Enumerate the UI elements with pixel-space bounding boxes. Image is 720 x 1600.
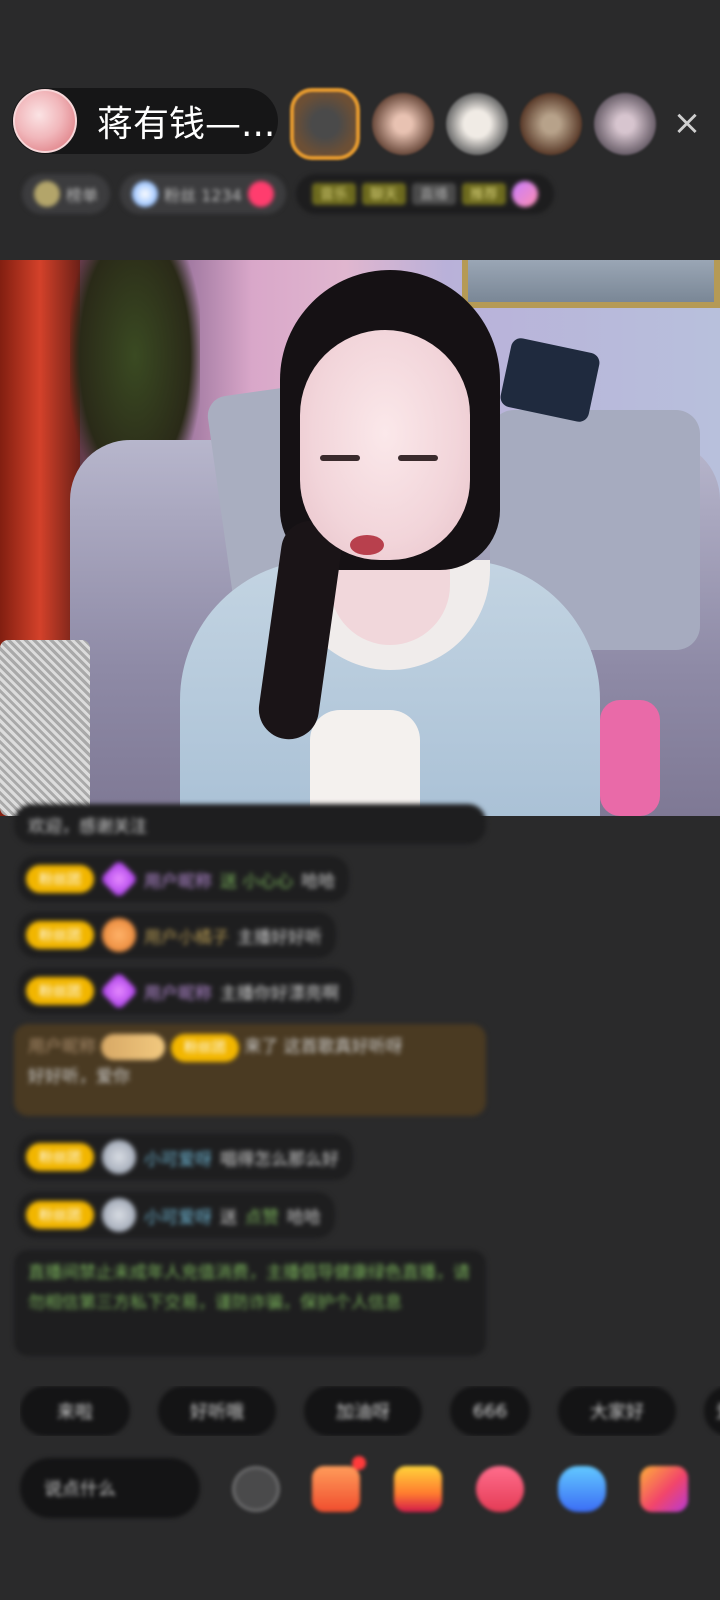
fan-badge: 粉丝团 (26, 921, 94, 949)
chat-text: 唱得怎么那么好 (220, 1149, 339, 1170)
bottom-bar: 说点什么 (20, 1456, 720, 1518)
quick-reply-button[interactable]: 加油呀 (304, 1386, 422, 1436)
chat-username[interactable]: 用户昵称 (28, 1037, 96, 1057)
chat-text: 哈哈 (287, 1207, 321, 1228)
host-name[interactable]: 蒋有钱—... (97, 95, 275, 147)
chat-text: 主播你好漂亮啊 (220, 983, 339, 1004)
chat-text: 主播好好听 (237, 927, 322, 948)
chat-username[interactable]: 用户昵称 (144, 867, 212, 892)
chat-message[interactable]: 粉丝团 用户昵称 主播你好漂亮啊 (18, 968, 353, 1014)
quick-reply-button[interactable]: 来啦 (20, 1386, 130, 1436)
badge-icon (511, 181, 538, 207)
quick-reply-button[interactable]: 爱了 (704, 1386, 720, 1436)
streamer-eye (398, 455, 438, 461)
chat-text: 哈哈 (301, 871, 336, 892)
streamer-eye (320, 455, 360, 461)
fan-badge: 粉丝团 (170, 1034, 239, 1062)
chat-message[interactable]: 粉丝团 小可爱呀 唱得怎么那么好 (18, 1134, 353, 1180)
host-avatar[interactable] (13, 89, 77, 153)
fans-icon (132, 181, 159, 207)
viewer-avatar[interactable] (520, 93, 582, 155)
chat-text: 欢迎，感谢关注 (28, 816, 147, 837)
heart-gift-icon[interactable] (476, 1466, 524, 1512)
rank-label: 榜单 (66, 186, 99, 205)
chat-message[interactable]: 欢迎，感谢关注 (14, 804, 486, 844)
chat-text: 这首歌真好听呀 (283, 1037, 403, 1057)
category-chip: 音乐 (311, 183, 356, 205)
rank-tag[interactable]: 榜单 (22, 174, 111, 214)
chat-username[interactable]: 小可爱呀 (144, 1203, 212, 1228)
chat-gift-text: 送 小心心 (220, 871, 294, 892)
chat-gift-text: 送 (220, 1207, 237, 1228)
emoji-icon[interactable] (232, 1466, 280, 1512)
viewer-avatar[interactable] (594, 93, 656, 155)
gift-icon[interactable] (394, 1466, 442, 1512)
gift-box-icon[interactable] (312, 1456, 366, 1512)
level-icon (99, 859, 139, 899)
system-notice: 直播间禁止未成年人充值消费，主播倡导健康绿色直播，请勿相信第三方私下交易，谨防诈… (14, 1250, 486, 1356)
viewer-avatar[interactable] (446, 93, 508, 155)
quick-reply-button[interactable]: 好听哦 (158, 1386, 276, 1436)
fan-badge: 粉丝团 (26, 1201, 94, 1229)
video-fan (0, 640, 90, 816)
category-chip: 直播 (411, 183, 456, 205)
level-icon (102, 918, 136, 952)
fans-tag[interactable]: 粉丝 1234 (120, 174, 286, 214)
more-apps-icon[interactable] (640, 1466, 688, 1512)
video-picture-frame (462, 260, 720, 308)
level-icon (102, 1140, 136, 1174)
fan-badge: 粉丝团 (26, 1143, 94, 1171)
quick-reply-button[interactable]: 大家好 (558, 1386, 676, 1436)
chat-text: 来了 (244, 1037, 279, 1057)
close-icon[interactable]: × (668, 103, 706, 143)
fan-badge: 粉丝团 (26, 865, 94, 893)
category-tags[interactable]: 音乐 聊天 直播 推荐 (295, 174, 554, 214)
chat-username[interactable]: 用户小橘子 (144, 923, 229, 948)
chat-message[interactable]: 粉丝团 小可爱呀 送 点赞 哈哈 (18, 1192, 335, 1238)
chat-message-highlight[interactable]: 用户昵称 粉丝团 来了 这首歌真好听呀 好好听，爱你 (14, 1024, 486, 1116)
quick-reply-button[interactable]: 666 (450, 1386, 530, 1436)
chat-username[interactable]: 小可爱呀 (144, 1145, 212, 1170)
level-icon (99, 971, 139, 1011)
video-chair (600, 700, 660, 816)
category-chip: 聊天 (361, 183, 406, 205)
vip-badge (101, 1034, 166, 1060)
streamer-mouth (350, 535, 384, 555)
top-viewers (290, 88, 656, 160)
live-tags: 榜单 粉丝 1234 音乐 聊天 直播 推荐 (22, 172, 554, 216)
game-icon[interactable] (558, 1466, 606, 1512)
live-video[interactable] (0, 260, 720, 816)
chat-username[interactable]: 用户昵称 (144, 979, 212, 1004)
streamer-face (300, 330, 470, 560)
chat-message[interactable]: 粉丝团 用户小橘子 主播好好听 (18, 912, 336, 958)
chat-message[interactable]: 粉丝团 用户昵称 送 小心心 哈哈 (18, 856, 350, 902)
chat-text: 点赞 (245, 1207, 279, 1228)
rank-icon (34, 181, 60, 207)
quick-replies: 来啦 好听哦 加油呀 666 大家好 爱了 (20, 1386, 720, 1436)
system-notice-text: 直播间禁止未成年人充值消费，主播倡导健康绿色直播，请勿相信第三方私下交易，谨防诈… (28, 1263, 470, 1313)
category-chip: 推荐 (461, 183, 506, 205)
host-info[interactable]: 蒋有钱—... (12, 88, 278, 154)
viewer-avatar[interactable] (372, 93, 434, 155)
follow-icon[interactable] (247, 181, 274, 207)
level-icon (102, 1198, 136, 1232)
comment-input[interactable]: 说点什么 (20, 1458, 200, 1518)
fan-badge: 粉丝团 (26, 977, 94, 1005)
fans-label: 粉丝 1234 (164, 186, 242, 205)
streamer-bow (310, 710, 420, 816)
notification-dot (352, 1456, 366, 1470)
chat-text: 好好听，爱你 (28, 1067, 130, 1087)
viewer-avatar[interactable] (290, 88, 360, 160)
